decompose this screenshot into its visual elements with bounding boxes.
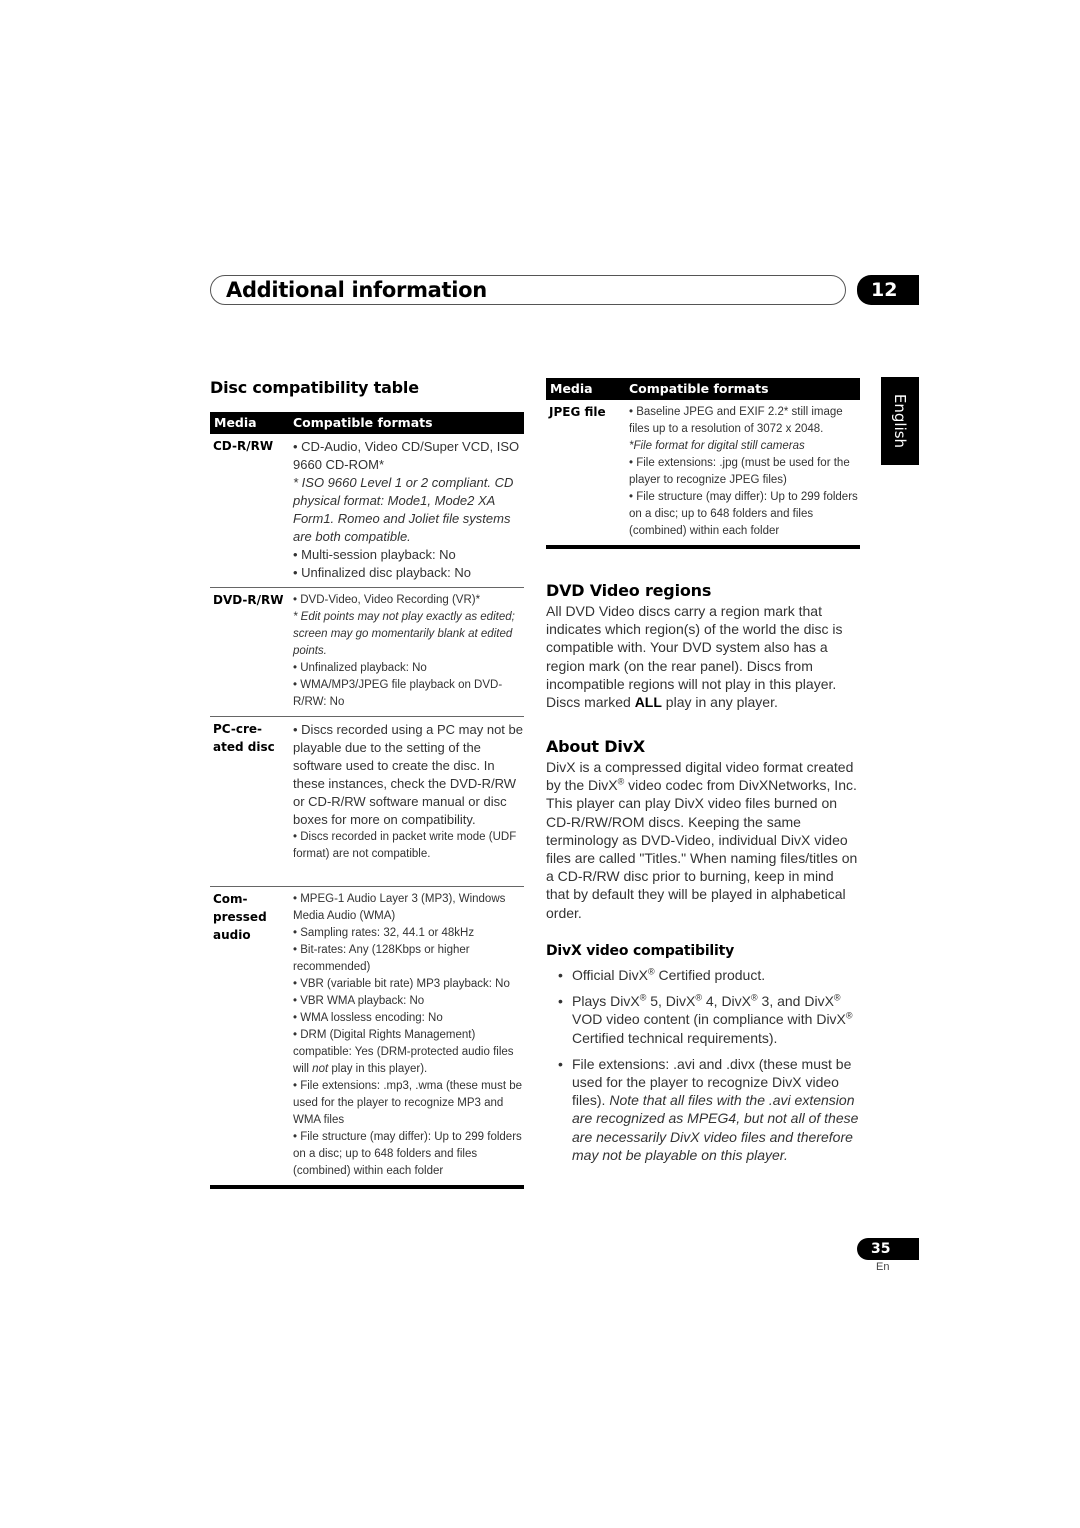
table-row: PC-cre- ated disc • Discs recorded using … (210, 717, 524, 887)
format-line: • Discs recorded using a PC may not be p… (293, 722, 523, 827)
chapter-number-badge: 12 (857, 275, 919, 305)
formats-cell: • CD-Audio, Video CD/Super VCD, ISO 9660… (293, 434, 524, 587)
chapter-title: Additional information (226, 278, 487, 302)
about-divx-text: DivX is a compressed digital video forma… (546, 758, 860, 922)
language-tab-label: English (891, 393, 909, 449)
media-type-cell: JPEG file (549, 405, 606, 419)
jpeg-compatibility-table: Media Compatible formats JPEG file • Base… (546, 378, 860, 549)
column-header-formats: Compatible formats (293, 415, 433, 430)
divx-compat-list-wrap: Official DivX® Certified product. Plays … (546, 966, 860, 1170)
format-line: • MPEG-1 Audio Layer 3 (MP3), Windows Me… (293, 893, 506, 922)
format-line: • File extensions: .mp3, .wma (these mus… (293, 1080, 523, 1126)
language-tab: English (881, 377, 919, 465)
page-number-badge: 35 (857, 1238, 919, 1260)
format-line: • Sampling rates: 32, 44.1 or 48kHz (293, 927, 475, 939)
format-line: • Multi-session playback: No (293, 547, 456, 562)
format-line: • Discs recorded in packet write mode (U… (293, 831, 517, 860)
format-line: • Unfinalized playback: No (293, 662, 427, 674)
table-header: Media Compatible formats (210, 412, 524, 434)
about-divx-heading: About DivX (546, 737, 645, 756)
media-type-cell: Com- pressed audio (213, 892, 267, 942)
format-line: • CD-Audio, Video CD/Super VCD, ISO 9660… (293, 439, 520, 472)
list-item: File extensions: .avi and .divx (these m… (546, 1055, 860, 1164)
table-row: Com- pressed audio • MPEG-1 Audio Layer 3… (210, 887, 524, 1189)
format-line: • VBR WMA playback: No (293, 995, 425, 1007)
format-line: • File structure (may differ): Up to 299… (629, 491, 858, 537)
format-line: * Edit points may not play exactly as ed… (293, 611, 515, 657)
column-header-media: Media (550, 381, 593, 396)
column-header-media: Media (214, 415, 257, 430)
media-type-cell: PC-cre- ated disc (213, 722, 275, 754)
format-line: • WMA/MP3/JPEG file playback on DVD-R/RW… (293, 679, 503, 708)
format-line: *File format for digital still cameras (629, 440, 805, 452)
dvd-regions-text: All DVD Video discs carry a region mark … (546, 602, 860, 711)
formats-cell: • Baseline JPEG and EXIF 2.2* still imag… (629, 400, 860, 545)
format-line: • WMA lossless encoding: No (293, 1012, 443, 1024)
table-row: CD-R/RW • CD-Audio, Video CD/Super VCD, I… (210, 434, 524, 588)
media-type-cell: DVD-R/RW (213, 593, 284, 607)
dvd-regions-all-mark: ALL (634, 694, 662, 711)
table-header: Media Compatible formats (546, 378, 860, 400)
media-type-cell: CD-R/RW (213, 439, 274, 453)
divx-compat-list: Official DivX® Certified product. Plays … (546, 966, 860, 1164)
format-line: • DVD-Video, Video Recording (VR)* (293, 594, 481, 606)
about-divx-text-b: video codec from DivXNetworks, Inc. This… (546, 777, 858, 921)
table-row: JPEG file • Baseline JPEG and EXIF 2.2* s… (546, 400, 860, 549)
format-line: • Bit-rates: Any (128Kbps or higher reco… (293, 944, 470, 973)
dvd-regions-text-b: play in any player. (661, 694, 778, 711)
table-row: DVD-R/RW • DVD-Video, Video Recording (VR… (210, 588, 524, 717)
disc-table-heading: Disc compatibility table (210, 378, 419, 397)
format-line: * ISO 9660 Level 1 or 2 compliant. CD ph… (293, 475, 514, 544)
format-line: • DRM (Digital Rights Management) compat… (293, 1029, 514, 1075)
disc-compatibility-table: Media Compatible formats CD-R/RW • CD-Aud… (210, 412, 524, 1189)
dvd-regions-heading: DVD Video regions (546, 581, 712, 600)
list-item: Plays DivX® 5, DivX® 4, DivX® 3, and Div… (546, 992, 860, 1047)
format-line: • VBR (variable bit rate) MP3 playback: … (293, 978, 510, 990)
format-line: • File extensions: .jpg (must be used fo… (629, 457, 850, 486)
formats-cell: • DVD-Video, Video Recording (VR)* * Edit… (293, 588, 524, 716)
divx-compat-heading: DivX video compatibility (546, 943, 735, 959)
page-language-code: En (876, 1261, 890, 1273)
format-line: • File structure (may differ): Up to 299… (293, 1131, 522, 1177)
column-header-formats: Compatible formats (629, 381, 769, 396)
formats-cell: • Discs recorded using a PC may not be p… (293, 717, 524, 868)
formats-cell: • MPEG-1 Audio Layer 3 (MP3), Windows Me… (293, 887, 524, 1185)
list-item: Official DivX® Certified product. (546, 966, 860, 984)
format-line: • Unfinalized disc playback: No (293, 565, 471, 580)
format-line: • Baseline JPEG and EXIF 2.2* still imag… (629, 406, 843, 435)
